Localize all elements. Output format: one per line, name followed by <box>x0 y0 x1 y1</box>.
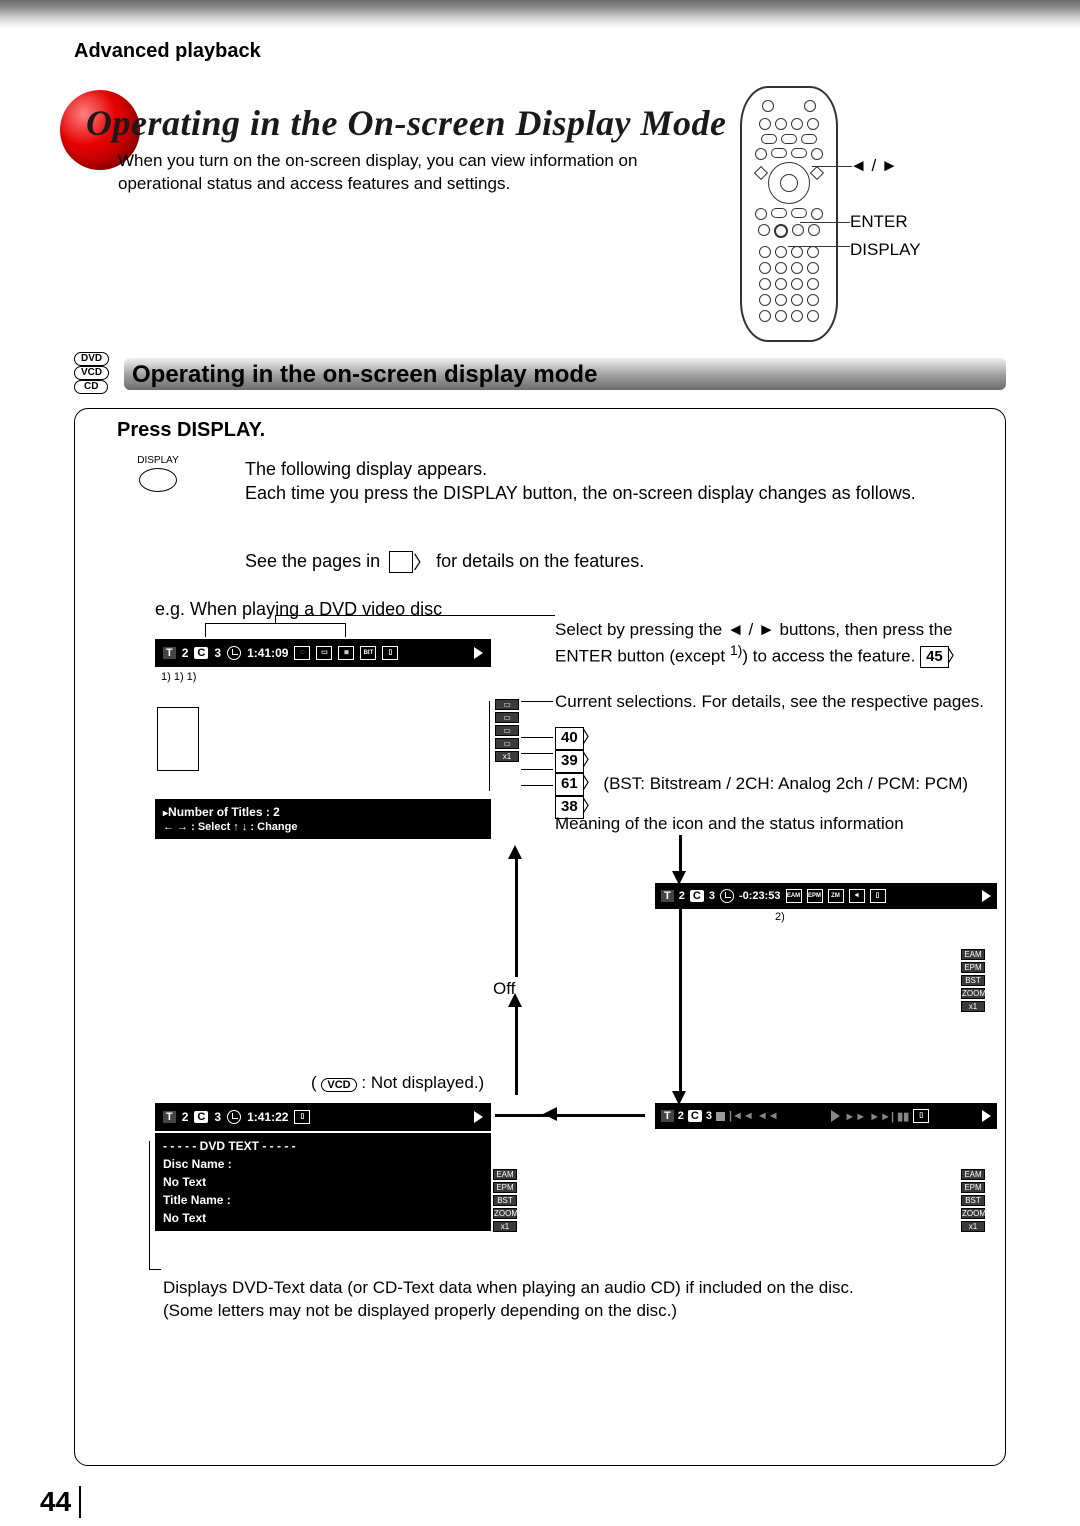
osd-bar-4: T2 C3 |◄◄ ◄◄ ►► ►►| ▮▮ ▯ <box>655 1103 997 1129</box>
disc-badge-cd: CD <box>74 380 108 394</box>
vcd-note: ( VCD : Not displayed.) <box>311 1073 484 1093</box>
page-number: 44 <box>40 1486 81 1518</box>
osd-bar-3: T2 C3 1:41:22 ▯ <box>155 1103 491 1131</box>
note-icon-meaning: Meaning of the icon and the status infor… <box>555 813 904 836</box>
footnote-marker-2: 2) <box>775 911 785 923</box>
example-label: e.g. When playing a DVD video disc <box>155 599 442 620</box>
page-gradient-bar <box>0 0 1080 30</box>
disc-badge-dvd: DVD <box>74 352 109 366</box>
body-line-1: The following display appears. <box>245 457 487 481</box>
remote-label-enter: ENTER <box>850 212 908 232</box>
dvd-text-box: - - - - - DVD TEXT - - - - - Disc Name :… <box>155 1133 491 1231</box>
osd-bar-1: T 2 C 3 1:41:09 ◌▭⧈ BIT ▯ <box>155 639 491 667</box>
osd-side-icons-1: ▭▭▭▭x1 <box>495 699 519 762</box>
page-refs: 40〉 39〉 61〉 (BST: Bitstream / 2CH: Analo… <box>555 727 968 819</box>
page-ref-box-icon <box>389 551 413 573</box>
breadcrumb: Advanced playback <box>74 40 261 63</box>
stop-icon <box>716 1112 725 1121</box>
dvd-text-footnote: Displays DVD-Text data (or CD-Text data … <box>163 1277 983 1323</box>
note-current-selections: Current selections. For details, see the… <box>555 691 984 714</box>
remote-control-illustration <box>740 86 838 342</box>
see-pages-line: See the pages in 〉 for details on the fe… <box>245 549 644 575</box>
osd-side-icons-2: EAMEPM BSTZOOM x1 <box>961 949 985 1012</box>
section-header: DVD VCD CD Operating in the on-screen di… <box>74 358 1006 390</box>
note-select-enter: Select by pressing the ◄ / ► buttons, th… <box>555 619 985 669</box>
instruction-frame: Press DISPLAY. DISPLAY The following dis… <box>74 408 1006 1466</box>
title-count-popup: ▸Number of Titles : 2 ← → : Select ↑ ↓ :… <box>155 799 491 839</box>
osd-side-icons-3: EAMEPM BSTZOOM x1 <box>493 1169 517 1232</box>
page-subtitle: When you turn on the on-screen display, … <box>118 150 708 196</box>
body-line-2: Each time you press the DISPLAY button, … <box>245 481 916 505</box>
osd-side-icons-4: EAMEPM BSTZOOM x1 <box>961 1169 985 1232</box>
remote-label-display: DISPLAY <box>850 240 921 260</box>
selection-indicator-box <box>157 707 199 771</box>
play-icon <box>474 647 483 659</box>
page-title: Operating in the On-screen Display Mode <box>86 102 727 144</box>
disc-badge-vcd: VCD <box>74 366 109 380</box>
osd-bar-2: T2 C3 -0:23:53 EAMEPM ZM ◄▯ <box>655 883 997 909</box>
remote-label-arrows: ◄ / ► <box>850 156 898 176</box>
section-title: Operating in the on-screen display mode <box>132 361 597 389</box>
display-button-illustration: DISPLAY <box>131 455 185 492</box>
step-heading: Press DISPLAY. <box>117 419 265 442</box>
footnote-markers-1: 1) 1) 1) <box>161 671 196 683</box>
clock-icon <box>227 646 241 660</box>
